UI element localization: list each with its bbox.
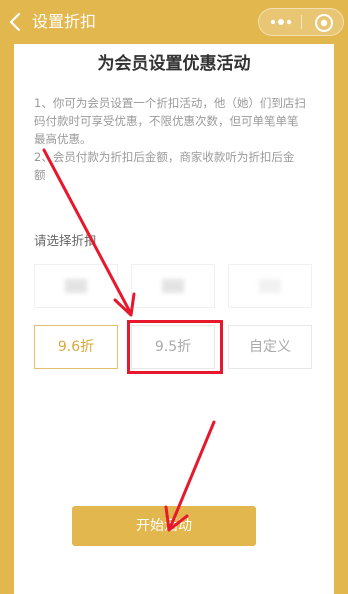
note-line: 2、会员付款为折扣后金额，商家收款听为折扣后金	[34, 150, 295, 164]
note-line: 1、你可为会员设置一个折扣活动，他（她）们到店扫	[34, 96, 306, 110]
blurred-content	[162, 279, 184, 293]
select-discount-label: 请选择折扣	[34, 233, 97, 248]
discount-option-blurred[interactable]	[131, 264, 215, 308]
discount-option-blurred[interactable]	[34, 264, 118, 308]
mini-program-capsule	[258, 8, 344, 36]
discount-option-9-6[interactable]: 9.6折	[34, 325, 118, 369]
blurred-content	[65, 279, 87, 293]
instruction-notes: 1、你可为会员设置一个折扣活动，他（她）们到店扫 码付款时可享受优惠，不限优惠次…	[34, 94, 324, 184]
page-title: 设置折扣	[32, 12, 97, 31]
annotation-highlight-box	[127, 320, 223, 374]
more-dots-icon[interactable]	[268, 15, 294, 29]
card-title: 为会员设置优惠活动	[97, 54, 251, 74]
note-line: 最高优惠。	[34, 132, 92, 146]
discount-option-blurred[interactable]	[228, 264, 312, 308]
chevron-left-icon[interactable]	[6, 11, 26, 33]
title-bar: 设置折扣	[0, 0, 348, 44]
note-line: 额	[34, 168, 46, 182]
discount-option-custom[interactable]: 自定义	[228, 325, 312, 369]
blurred-content	[259, 279, 281, 293]
note-line: 码付款时可享受优惠，不限优惠次数，但可单笔单笔	[34, 114, 299, 128]
capsule-divider	[301, 15, 302, 29]
target-circle-icon[interactable]	[313, 12, 335, 34]
start-activity-button[interactable]: 开始活动	[72, 506, 256, 546]
